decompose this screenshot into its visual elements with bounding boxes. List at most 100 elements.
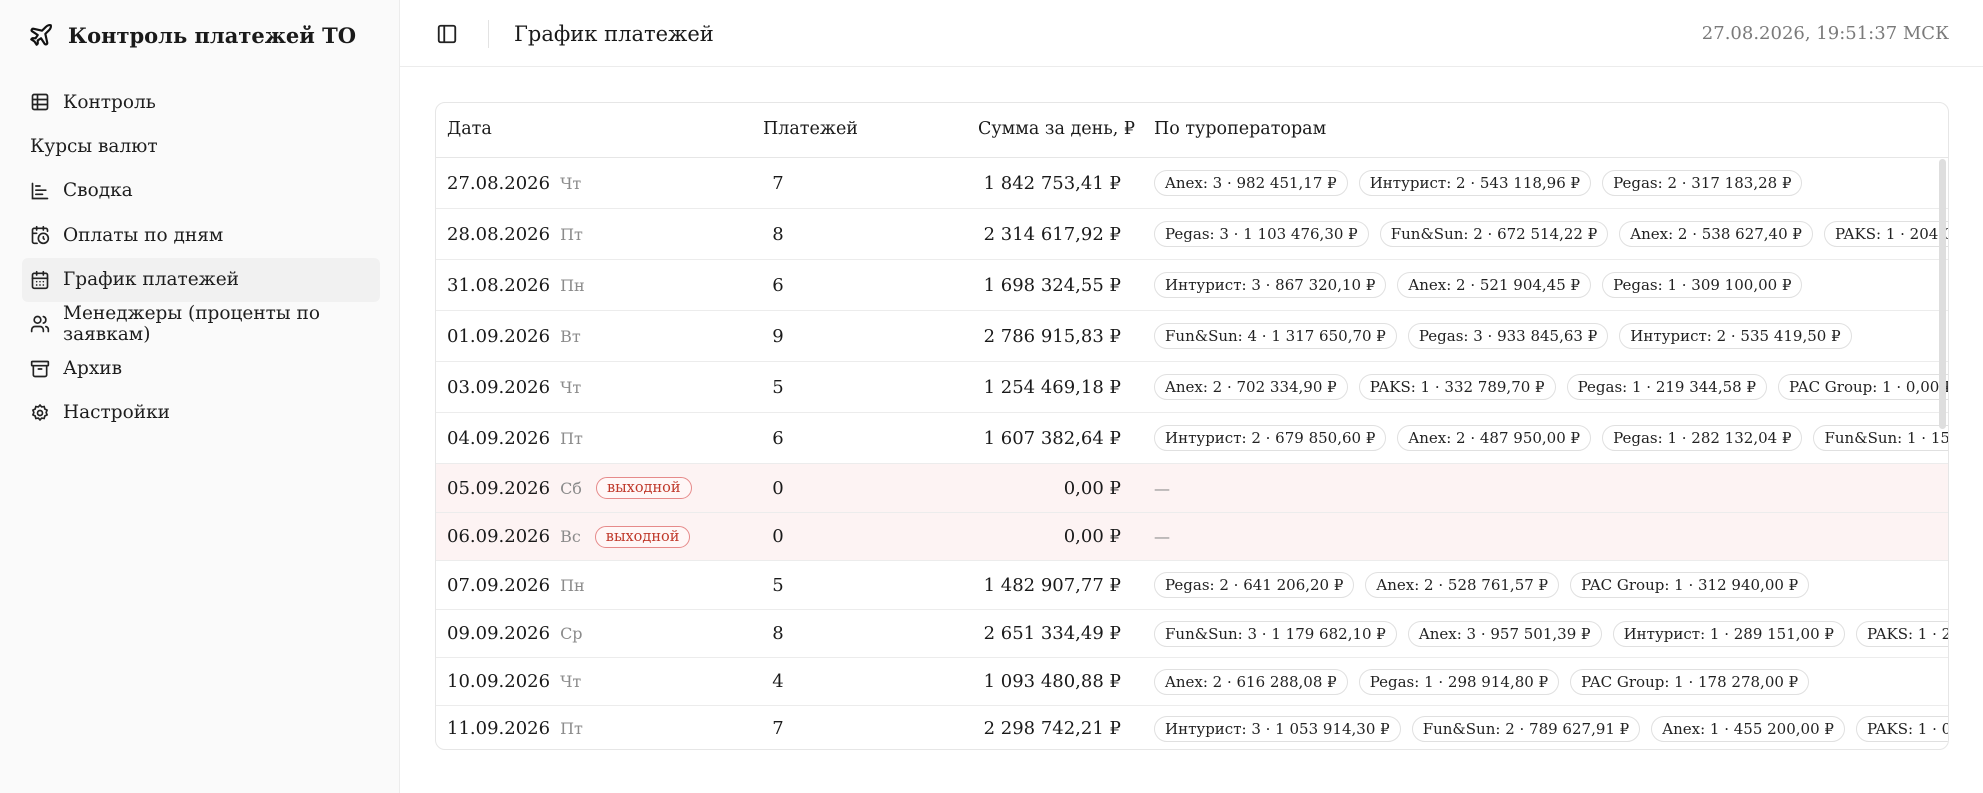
date-cell: 07.09.2026 Пн <box>447 561 585 609</box>
date-cell: 04.09.2026 Пт <box>447 413 583 463</box>
sidebar-item-label: Архив <box>63 358 123 380</box>
weekday-label: Пт <box>560 428 583 448</box>
operators-cell: Интурист: 2 · 679 850,60 ₽ Anex: 2 · 487 … <box>1154 413 1948 463</box>
weekday-label: Вт <box>560 326 581 346</box>
sidebar-item-label: Оплаты по дням <box>63 224 224 246</box>
day-sum: 2 298 742,21 ₽ <box>983 718 1121 739</box>
empty-operators: — <box>1154 527 1170 546</box>
operator-chip[interactable]: Интурист: 2 · 543 118,96 ₽ <box>1358 170 1592 196</box>
payment-count: 7 <box>772 172 784 194</box>
column-header-sum[interactable]: Сумма за день, ₽ <box>978 119 1135 139</box>
operator-chip[interactable]: Anex: 2 · 538 627,40 ₽ <box>1619 221 1813 247</box>
operator-chip[interactable]: Anex: 2 · 528 761,57 ₽ <box>1365 572 1560 598</box>
operator-chip[interactable]: Интурист: 3 · 867 320,10 ₽ <box>1154 272 1387 298</box>
operator-chip[interactable]: PAKS: 1 · 0,00 ₽ <box>1855 715 1948 742</box>
sidebar-item-settings[interactable]: Настройки <box>22 391 380 435</box>
table-row[interactable]: 27.08.2026 Чт 7 1 842 753,41 ₽ Anex: 3 · 982… <box>436 158 1948 209</box>
panel-left-icon <box>437 24 457 44</box>
sidebar-item-label: Курсы валют <box>30 136 158 158</box>
sidebar-item-schedule[interactable]: График платежей <box>22 257 380 302</box>
operator-chip[interactable]: Интурист: 3 · 1 053 914,30 ₽ <box>1154 715 1401 742</box>
table-header: Дата Платежей Сумма за день, ₽ По туропе… <box>436 103 1948 158</box>
table-row[interactable]: 04.09.2026 Пт 6 1 607 382,64 ₽ Интурист: 2 ·… <box>436 413 1948 464</box>
operator-chip[interactable]: PAC Group: 1 · 178 278,00 ₽ <box>1570 668 1810 695</box>
operator-chip[interactable]: Интурист: 2 · 535 419,50 ₽ <box>1619 323 1852 349</box>
date-cell: 01.09.2026 Вт <box>447 311 581 361</box>
operator-chip[interactable]: Fun&Sun: 1 · 157 450,00 ₽ <box>1813 425 1948 451</box>
table-row[interactable]: 31.08.2026 Пн 6 1 698 324,55 ₽ Интурист: 3 ·… <box>436 260 1948 311</box>
operator-chip[interactable]: Pegas: 1 · 282 132,04 ₽ <box>1602 425 1803 451</box>
calendar-clock-icon <box>31 226 50 245</box>
sidebar-item-label: Настройки <box>63 402 170 424</box>
column-header-date[interactable]: Дата <box>447 119 492 139</box>
brand[interactable]: Контроль платежей ТО <box>28 18 356 52</box>
day-sum: 2 786 915,83 ₽ <box>983 325 1121 347</box>
operator-chip[interactable]: Pegas: 1 · 298 914,80 ₽ <box>1358 668 1560 695</box>
table-row[interactable]: 28.08.2026 Пт 8 2 314 617,92 ₽ Pegas: 3 · 1 … <box>436 209 1948 260</box>
column-header-operators[interactable]: По туроператорам <box>1154 119 1326 139</box>
operator-chip[interactable]: PAKS: 1 · 225 000,00 ₽ <box>1855 620 1948 647</box>
operator-chip[interactable]: Pegas: 2 · 317 183,28 ₽ <box>1602 170 1803 196</box>
sidebar-item-control[interactable]: Контроль <box>22 80 380 124</box>
operator-chip[interactable]: Anex: 2 · 616 288,08 ₽ <box>1154 668 1348 695</box>
date-value: 28.08.2026 <box>447 223 551 245</box>
top-bar: График платежей 27.08.2026, 19:51:37 МСК <box>400 0 1983 67</box>
operator-chip[interactable]: PAKS: 1 · 332 789,70 ₽ <box>1358 374 1556 400</box>
sidebar-item-archive[interactable]: Архив <box>22 346 380 390</box>
table-row[interactable]: 09.09.2026 Ср 8 2 651 334,49 ₽ Fun&Sun: 3 · … <box>436 610 1948 658</box>
payment-count: 7 <box>772 718 784 739</box>
sidebar-item-daily-payments[interactable]: Оплаты по дням <box>22 213 380 257</box>
operator-chip[interactable]: PAKS: 1 · 204 000,00 ₽ <box>1823 221 1948 247</box>
table-row[interactable]: 07.09.2026 Пн 5 1 482 907,77 ₽ Pegas: 2 · 64… <box>436 561 1948 610</box>
operator-chip[interactable]: Pegas: 1 · 309 100,00 ₽ <box>1602 272 1803 298</box>
sidebar: Контроль платежей ТО Контроль Курсы валю… <box>0 0 400 793</box>
sidebar-toggle-button[interactable] <box>434 21 460 47</box>
table-row[interactable]: 01.09.2026 Вт 9 2 786 915,83 ₽ Fun&Sun: 4 · … <box>436 311 1948 362</box>
operator-chip[interactable]: Pegas: 1 · 219 344,58 ₽ <box>1566 374 1768 400</box>
operators-cell: Pegas: 2 · 641 206,20 ₽ Anex: 2 · 528 761… <box>1154 561 1810 609</box>
scrollbar[interactable] <box>1939 159 1946 429</box>
payments-table: Дата Платежей Сумма за день, ₽ По туропе… <box>435 102 1949 750</box>
sidebar-item-summary[interactable]: Сводка <box>22 169 380 213</box>
weekday-label: Пт <box>560 719 583 738</box>
sidebar-item-managers[interactable]: Менеджеры (проценты по заявкам) <box>22 302 380 346</box>
operator-chip[interactable]: Интурист: 2 · 679 850,60 ₽ <box>1154 425 1387 451</box>
operators-cell: Fun&Sun: 4 · 1 317 650,70 ₽ Pegas: 3 · 93… <box>1154 311 1852 361</box>
operator-chip[interactable]: Pegas: 3 · 933 845,63 ₽ <box>1407 323 1609 349</box>
weekday-label: Пн <box>560 575 585 595</box>
operator-chip[interactable]: Fun&Sun: 4 · 1 317 650,70 ₽ <box>1154 323 1397 349</box>
date-cell: 31.08.2026 Пн <box>447 260 585 310</box>
payment-count: 0 <box>772 477 784 499</box>
date-cell: 03.09.2026 Чт <box>447 362 581 412</box>
sidebar-item-currency[interactable]: Курсы валют <box>22 124 380 168</box>
operator-chip[interactable]: Anex: 2 · 702 334,90 ₽ <box>1154 374 1348 400</box>
operator-chip[interactable]: Fun&Sun: 2 · 672 514,22 ₽ <box>1379 221 1609 247</box>
operators-cell: — <box>1154 513 1170 560</box>
operator-chip[interactable]: Pegas: 3 · 1 103 476,30 ₽ <box>1154 221 1369 247</box>
operator-chip[interactable]: PAC Group: 1 · 312 940,00 ₽ <box>1570 572 1810 598</box>
date-value: 09.09.2026 <box>447 623 551 644</box>
operator-chip[interactable]: Fun&Sun: 2 · 789 627,91 ₽ <box>1411 715 1641 742</box>
operator-chip[interactable]: Fun&Sun: 3 · 1 179 682,10 ₽ <box>1154 620 1397 647</box>
weekday-label: Вс <box>560 527 581 546</box>
operator-chip[interactable]: Anex: 1 · 455 200,00 ₽ <box>1651 715 1845 742</box>
table-row[interactable]: 11.09.2026 Пт 7 2 298 742,21 ₽ Интурист: 3 ·… <box>436 706 1948 749</box>
day-sum: 1 482 907,77 ₽ <box>983 574 1121 596</box>
operator-chip[interactable]: Anex: 2 · 521 904,45 ₽ <box>1397 272 1592 298</box>
operator-chip[interactable]: PAC Group: 1 · 0,00 ₽ <box>1778 374 1948 400</box>
operator-chip[interactable]: Pegas: 2 · 641 206,20 ₽ <box>1154 572 1355 598</box>
table-row[interactable]: 05.09.2026 Сб выходной 0 0,00 ₽ — <box>436 464 1948 513</box>
date-cell: 11.09.2026 Пт <box>447 706 583 749</box>
date-value: 10.09.2026 <box>447 671 551 692</box>
operator-chip[interactable]: Интурист: 1 · 289 151,00 ₽ <box>1612 620 1845 647</box>
chart-icon <box>31 182 49 200</box>
table-row[interactable]: 10.09.2026 Чт 4 1 093 480,88 ₽ Anex: 2 · 616… <box>436 658 1948 706</box>
datetime-display: 27.08.2026, 19:51:37 МСК <box>1701 23 1949 44</box>
column-header-count[interactable]: Платежей <box>763 119 858 139</box>
payment-count: 8 <box>772 223 784 245</box>
operator-chip[interactable]: Anex: 2 · 487 950,00 ₽ <box>1397 425 1592 451</box>
table-row[interactable]: 03.09.2026 Чт 5 1 254 469,18 ₽ Anex: 2 · 702… <box>436 362 1948 413</box>
table-row[interactable]: 06.09.2026 Вс выходной 0 0,00 ₽ — <box>436 513 1948 561</box>
operator-chip[interactable]: Anex: 3 · 957 501,39 ₽ <box>1407 620 1602 647</box>
operator-chip[interactable]: Anex: 3 · 982 451,17 ₽ <box>1154 170 1348 196</box>
